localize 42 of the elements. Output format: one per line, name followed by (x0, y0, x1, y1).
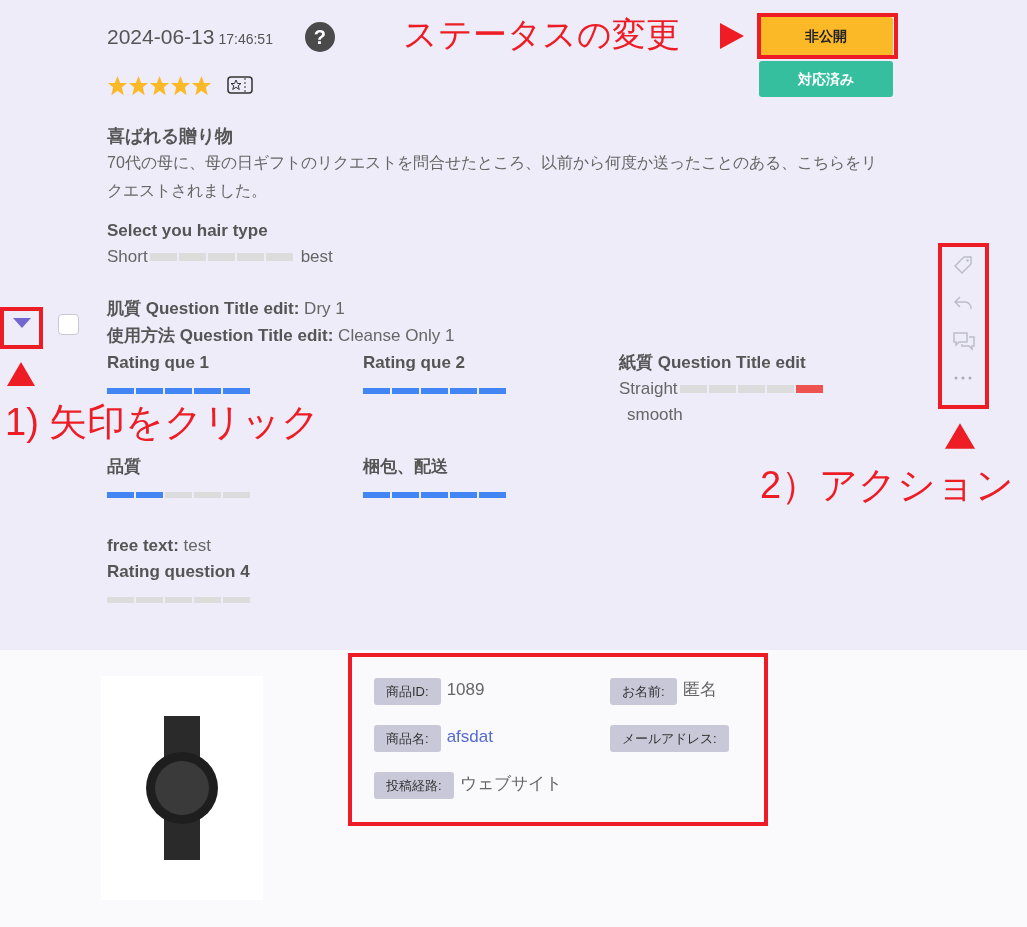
field-value: ウェブサイト (459, 772, 562, 795)
review-date: 2024-06-13 (107, 24, 215, 51)
question-label: 品質 (107, 456, 141, 478)
field-label: 商品ID: (374, 678, 441, 705)
question-label: Rating que 1 (107, 352, 209, 374)
review-time: 17:46:51 (218, 29, 273, 49)
more-icon[interactable] (953, 375, 973, 381)
question-label: Rating que 2 (363, 352, 465, 374)
scale-left-label: Short (107, 246, 148, 268)
answer-text: free text: test (107, 535, 212, 557)
review-body: 70代の母に、母の日ギフトのリクエストを問合せたところ、以前から何度か送ったことのある、こちらをリクエストされました。 (107, 153, 878, 201)
select-checkbox[interactable] (58, 314, 79, 335)
unpublish-button[interactable]: 非公開 (759, 17, 893, 56)
triangle-pointer-icon (720, 23, 744, 49)
field-value: 匿名 (682, 678, 717, 701)
help-icon[interactable]: ? (304, 22, 335, 52)
annotation-text: 1) 矢印をクリック (5, 400, 321, 445)
comments-icon[interactable] (953, 331, 975, 351)
triangle-pointer-icon (7, 362, 35, 386)
ticket-icon (227, 76, 253, 94)
question-label: Rating question 4 (107, 561, 250, 583)
highlight-frame (0, 307, 43, 349)
tag-icon[interactable] (953, 255, 973, 275)
question-label: Select you hair type (107, 220, 269, 242)
field-label: お名前: (610, 678, 677, 705)
answer-text: 使用方法 Question Title edit: Cleanse Only 1 (107, 325, 456, 347)
question-label: 紙質 Question Title edit (619, 352, 807, 374)
answer-text: 肌質 Question Title edit: Dry 1 (107, 298, 346, 320)
product-link[interactable]: afsdat (446, 723, 493, 750)
field-label: 投稿経路: (374, 772, 454, 799)
scale-right-label: smooth (627, 404, 683, 426)
review-title: 喜ばれる贈り物 (107, 125, 234, 148)
annotation-text: ステータスの変更 (403, 14, 680, 55)
scale-left-label: Straight (619, 378, 678, 400)
scale-right-label: best (300, 246, 333, 268)
field-value: 1089 (446, 678, 485, 701)
question-label: 梱包、配送 (363, 456, 448, 478)
field-label: メールアドレス: (610, 725, 729, 752)
triangle-pointer-icon (945, 423, 975, 449)
field-label: 商品名: (374, 725, 441, 752)
annotation-text: 2）アクション (760, 463, 1015, 508)
expand-arrow-icon[interactable] (13, 318, 31, 329)
